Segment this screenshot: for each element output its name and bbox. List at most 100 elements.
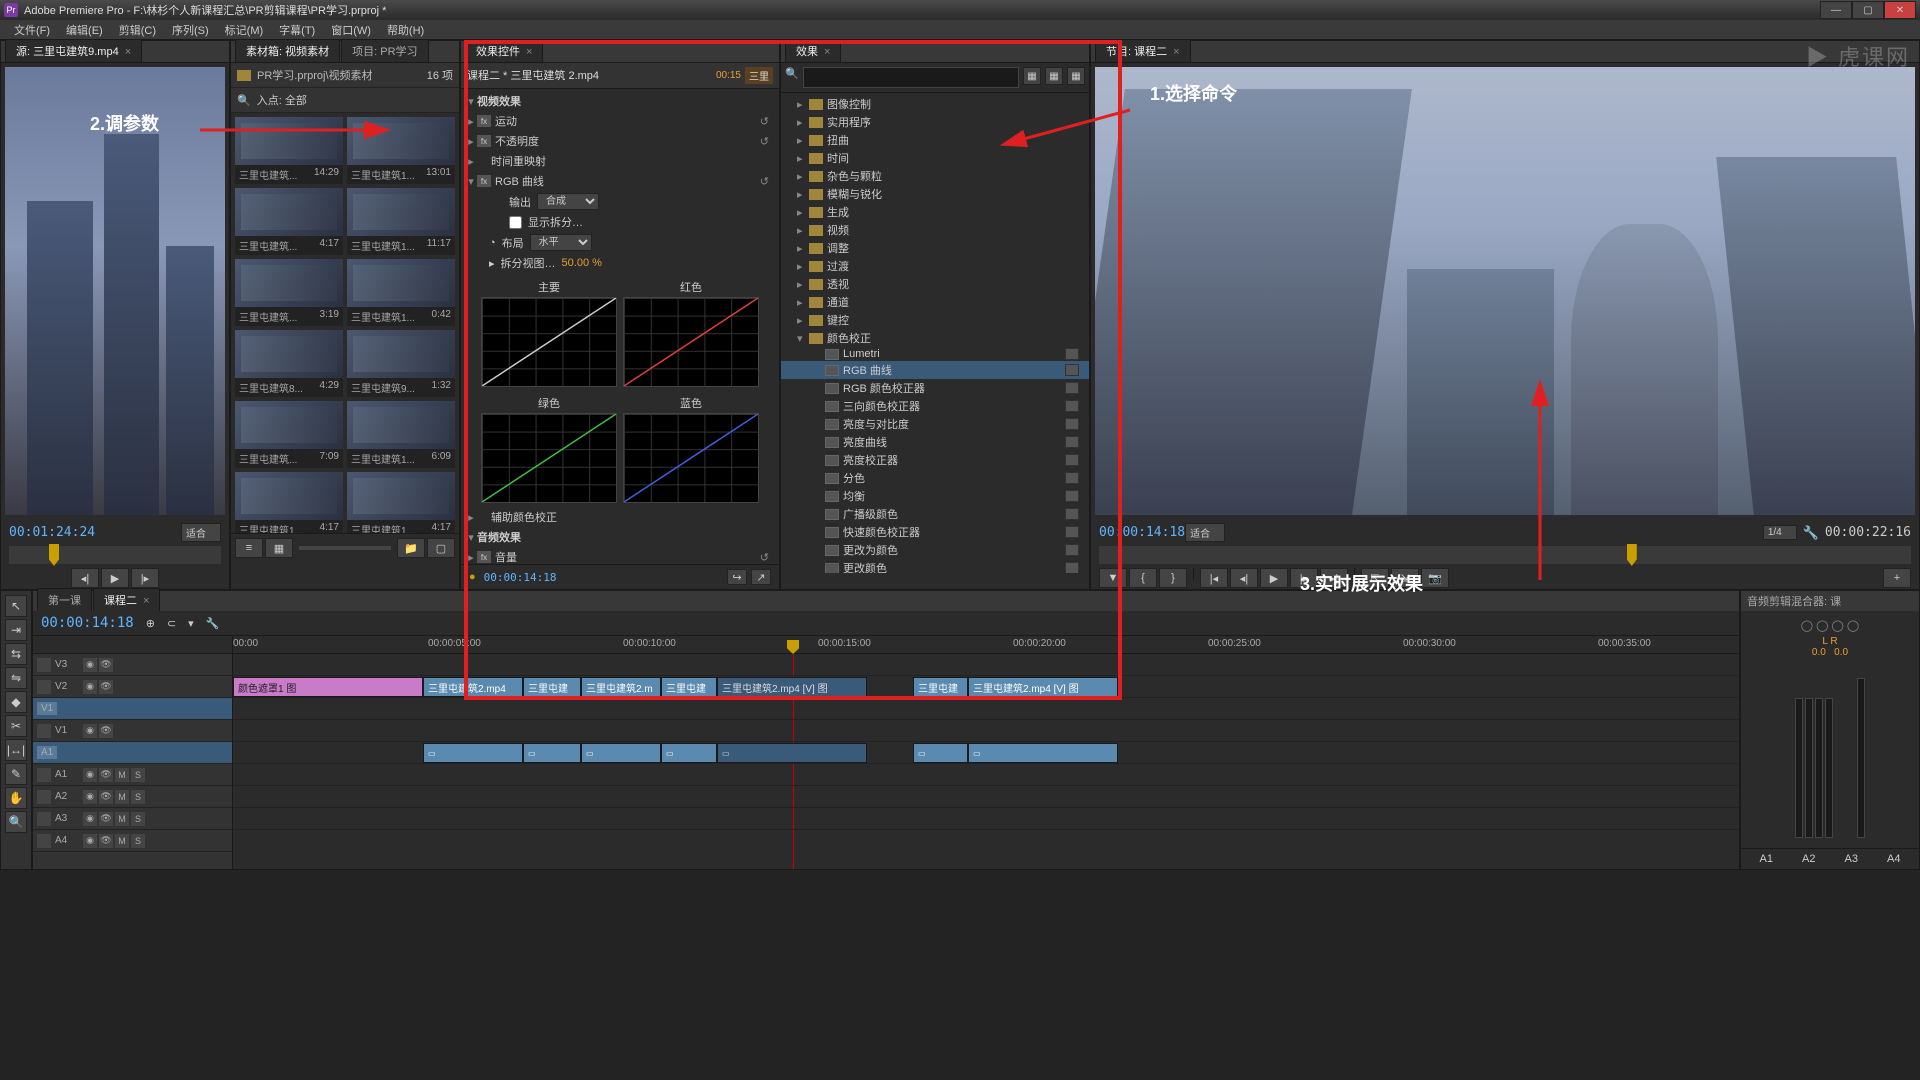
new-item-button[interactable]: ▢ — [427, 538, 455, 558]
effect-item[interactable]: 广播级颜色 — [781, 505, 1089, 523]
settings-icon[interactable]: 🔧 — [206, 617, 220, 630]
source-viewer[interactable] — [5, 67, 225, 515]
timeline-audio-clip[interactable]: ▭ — [661, 743, 717, 763]
effects-folder[interactable]: ▸键控 — [781, 311, 1089, 329]
tab-audio-mixer[interactable]: 音频剪辑混合器: 课 — [1747, 593, 1841, 609]
selection-tool[interactable]: ↖ — [5, 595, 27, 617]
effects-folder[interactable]: ▸实用程序 — [781, 113, 1089, 131]
effect-item[interactable]: Lumetri — [781, 347, 1089, 361]
linked-toggle[interactable]: ⊂ — [167, 617, 176, 630]
ec-prev-button[interactable]: ↪ — [727, 569, 747, 585]
timeline-clip[interactable]: 三里屯建筑2.mp4 — [423, 677, 523, 697]
track-header[interactable]: V1◉👁 — [33, 720, 232, 742]
program-fit[interactable]: 适合 — [1185, 523, 1225, 542]
timeline-clip[interactable]: 三里屯建 — [523, 677, 581, 697]
effect-item[interactable]: 均衡 — [781, 487, 1089, 505]
tab-program[interactable]: 节目: 课程二× — [1095, 39, 1191, 62]
timeline-audio-clip[interactable]: ▭ — [913, 743, 968, 763]
curve-main[interactable] — [481, 297, 617, 387]
menu-window[interactable]: 窗口(W) — [323, 20, 379, 40]
extract-button[interactable]: ⇲ — [1391, 568, 1419, 588]
effect-item[interactable]: RGB 颜色校正器 — [781, 379, 1089, 397]
clip-thumbnail[interactable]: 三里屯建筑1...4:17 — [347, 472, 455, 533]
marker-button[interactable]: ▾ — [188, 617, 194, 630]
goto-in-button[interactable]: |◂ — [1200, 568, 1228, 588]
program-timecode[interactable]: 00:00:14:18 — [1099, 525, 1185, 540]
layout-select[interactable]: 水平 — [530, 234, 592, 251]
effects-search[interactable] — [803, 67, 1019, 88]
clip-thumbnail[interactable]: 三里屯建筑1...4:17 — [235, 472, 343, 533]
clip-thumbnail[interactable]: 三里屯建筑1...11:17 — [347, 188, 455, 255]
program-viewer[interactable] — [1095, 67, 1915, 515]
effect-item[interactable]: 三向颜色校正器 — [781, 397, 1089, 415]
timeline-audio-clip[interactable]: ▭ — [423, 743, 523, 763]
step-back-button[interactable]: ◂| — [71, 568, 99, 588]
timeline-clip[interactable]: 三里屯建筑2.mp4 [V] 图 — [717, 677, 867, 697]
effects-folder[interactable]: ▸生成 — [781, 203, 1089, 221]
effects-folder[interactable]: ▾颜色校正 — [781, 329, 1089, 347]
effect-item[interactable]: 更改为颜色 — [781, 541, 1089, 559]
hand-tool[interactable]: ✋ — [5, 787, 27, 809]
ec-timecode[interactable]: 00:00:14:18 — [484, 571, 557, 584]
program-zoom[interactable]: 1/4 — [1763, 525, 1797, 540]
play-button[interactable]: ▶ — [1260, 568, 1288, 588]
timeline-audio-clip[interactable]: ▭ — [581, 743, 661, 763]
fx-rgb-curves[interactable]: RGB 曲线 — [495, 173, 760, 189]
track-header[interactable]: A2◉👁MS — [33, 786, 232, 808]
tab-effect-controls[interactable]: 效果控件× — [465, 39, 543, 62]
timeline-audio-clip[interactable]: ▭ — [717, 743, 867, 763]
menu-file[interactable]: 文件(F) — [6, 20, 58, 40]
razor-tool[interactable]: ✂ — [5, 715, 27, 737]
clip-thumbnail[interactable]: 三里屯建筑...14:29 — [235, 117, 343, 184]
show-split-checkbox[interactable] — [509, 216, 522, 229]
track-target-a1[interactable]: A1 — [33, 742, 232, 764]
effects-folder[interactable]: ▸杂色与颗粒 — [781, 167, 1089, 185]
effect-item[interactable]: 亮度校正器 — [781, 451, 1089, 469]
effect-item[interactable]: 更改颜色 — [781, 559, 1089, 573]
timeline-audio-clip[interactable]: ▭ — [968, 743, 1118, 763]
track-target-v1[interactable]: V1 — [33, 698, 232, 720]
mark-in-button[interactable]: ▼ — [1099, 568, 1127, 588]
effects-folder[interactable]: ▸通道 — [781, 293, 1089, 311]
lift-button[interactable]: ⇱ — [1361, 568, 1389, 588]
fx-filter-2[interactable]: ▦ — [1045, 67, 1063, 85]
timeline-audio-clip[interactable]: ▭ — [523, 743, 581, 763]
goto-out-button[interactable]: ▸| — [1320, 568, 1348, 588]
search-icon[interactable]: 🔍 — [237, 94, 251, 107]
pen-tool[interactable]: ✎ — [5, 763, 27, 785]
curve-green[interactable] — [481, 413, 617, 503]
clip-thumbnail[interactable]: 三里屯建筑...4:17 — [235, 188, 343, 255]
export-frame-button[interactable]: 📷 — [1421, 568, 1449, 588]
track-header[interactable]: A1◉👁MS — [33, 764, 232, 786]
tab-project[interactable]: 项目: PR学习 — [341, 39, 428, 62]
icon-view-button[interactable]: ▦ — [265, 538, 293, 558]
effect-item[interactable]: RGB 曲线 — [781, 361, 1089, 379]
fx-motion[interactable]: 运动 — [495, 113, 760, 129]
effects-folder[interactable]: ▸调整 — [781, 239, 1089, 257]
fx-volume[interactable]: 音量 — [495, 549, 760, 564]
reset-icon[interactable]: ↺ — [760, 115, 775, 128]
effects-folder[interactable]: ▸透视 — [781, 275, 1089, 293]
effects-folder[interactable]: ▸图像控制 — [781, 95, 1089, 113]
timeline-clip[interactable]: 三里屯建 — [661, 677, 717, 697]
track-header[interactable]: A4◉👁MS — [33, 830, 232, 852]
effect-item[interactable]: 亮度与对比度 — [781, 415, 1089, 433]
timeline-timecode[interactable]: 00:00:14:18 — [41, 615, 134, 631]
split-percent[interactable]: 50.00 % — [562, 257, 602, 269]
effects-folder[interactable]: ▸时间 — [781, 149, 1089, 167]
effects-folder[interactable]: ▸视频 — [781, 221, 1089, 239]
menu-marker[interactable]: 标记(M) — [217, 20, 272, 40]
track-header[interactable]: A3◉👁MS — [33, 808, 232, 830]
clip-thumbnail[interactable]: 三里屯建筑1...0:42 — [347, 259, 455, 326]
snap-toggle[interactable]: ⊕ — [146, 617, 155, 630]
minimize-button[interactable]: — — [1820, 1, 1852, 19]
new-bin-button[interactable]: 📁 — [397, 538, 425, 558]
menu-edit[interactable]: 编辑(E) — [58, 20, 111, 40]
close-button[interactable]: ✕ — [1884, 1, 1916, 19]
source-scrubber[interactable] — [9, 546, 221, 564]
maximize-button[interactable]: ▢ — [1852, 1, 1884, 19]
thumb-size-slider[interactable] — [299, 546, 391, 550]
play-button[interactable]: ▶ — [101, 568, 129, 588]
fx-aux-color[interactable]: 辅助颜色校正 — [491, 509, 775, 525]
step-back-button[interactable]: ◂| — [1230, 568, 1258, 588]
